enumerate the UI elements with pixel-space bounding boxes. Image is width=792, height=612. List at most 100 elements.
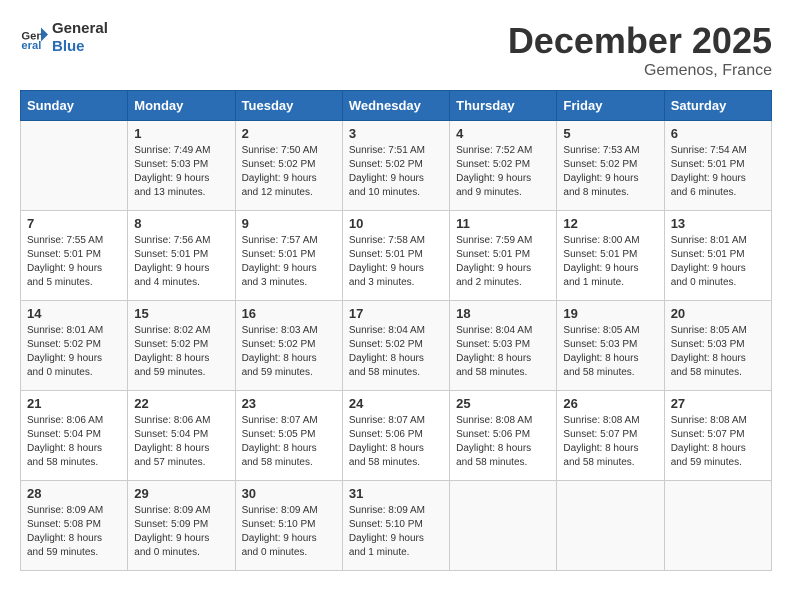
calendar-cell: 25Sunrise: 8:08 AMSunset: 5:06 PMDayligh… (450, 391, 557, 481)
header-wednesday: Wednesday (342, 91, 449, 121)
calendar-cell: 9 Sunrise: 7:57 AMSunset: 5:01 PMDaylight… (235, 211, 342, 301)
day-number: 31 (349, 486, 443, 501)
day-info: Sunrise: 8:04 AMSunset: 5:03 PMDaylight:… (456, 324, 550, 380)
calendar-cell: 19 Sunrise: 8:05 AMSunset: 5:03 PMDayligh… (557, 301, 664, 391)
calendar-cell: 7 Sunrise: 7:55 AMSunset: 5:01 PMDaylight… (21, 211, 128, 301)
day-info: Sunrise: 8:06 AMSunset: 5:04 PMDaylight:… (27, 414, 121, 470)
logo-text-blue: Blue (52, 38, 85, 55)
day-info: Sunrise: 8:05 AMSunset: 5:03 PMDaylight:… (563, 324, 657, 380)
calendar-cell: 27 Sunrise: 8:08 AMSunset: 5:07 PMDayligh… (664, 391, 771, 481)
calendar-cell: 21 Sunrise: 8:06 AMSunset: 5:04 PMDayligh… (21, 391, 128, 481)
calendar-cell: 12 Sunrise: 8:00 AMSunset: 5:01 PMDayligh… (557, 211, 664, 301)
calendar-cell: 30 Sunrise: 8:09 AMSunset: 5:10 PMDayligh… (235, 481, 342, 571)
day-info: Sunrise: 7:57 AMSunset: 5:01 PMDaylight:… (242, 234, 336, 290)
day-info: Sunrise: 7:50 AMSunset: 5:02 PMDaylight:… (242, 144, 336, 200)
header-friday: Friday (557, 91, 664, 121)
svg-text:eral: eral (21, 40, 41, 52)
day-number: 23 (242, 396, 336, 411)
day-number: 12 (563, 216, 657, 231)
calendar-cell: 24 Sunrise: 8:07 AMSunset: 5:06 PMDayligh… (342, 391, 449, 481)
day-number: 19 (563, 306, 657, 321)
day-info: Sunrise: 7:51 AMSunset: 5:02 PMDaylight:… (349, 144, 443, 200)
title-area: December 2025 Gemenos, France (508, 20, 772, 80)
day-info: Sunrise: 8:08 AMSunset: 5:07 PMDaylight:… (671, 414, 765, 470)
day-info: Sunrise: 8:04 AMSunset: 5:02 PMDaylight:… (349, 324, 443, 380)
day-number: 17 (349, 306, 443, 321)
calendar-cell (557, 481, 664, 571)
day-info: Sunrise: 7:56 AMSunset: 5:01 PMDaylight:… (134, 234, 228, 290)
calendar-cell: 8Sunrise: 7:56 AMSunset: 5:01 PMDaylight… (128, 211, 235, 301)
logo-text-general: General (52, 20, 108, 37)
day-number: 9 (242, 216, 336, 231)
calendar-cell: 10Sunrise: 7:58 AMSunset: 5:01 PMDayligh… (342, 211, 449, 301)
day-info: Sunrise: 8:08 AMSunset: 5:06 PMDaylight:… (456, 414, 550, 470)
calendar-cell: 28 Sunrise: 8:09 AMSunset: 5:08 PMDayligh… (21, 481, 128, 571)
day-info: Sunrise: 8:07 AMSunset: 5:05 PMDaylight:… (242, 414, 336, 470)
calendar-table: SundayMondayTuesdayWednesdayThursdayFrid… (20, 90, 772, 571)
calendar-cell: 26 Sunrise: 8:08 AMSunset: 5:07 PMDayligh… (557, 391, 664, 481)
calendar-cell: 17 Sunrise: 8:04 AMSunset: 5:02 PMDayligh… (342, 301, 449, 391)
calendar-cell: 11Sunrise: 7:59 AMSunset: 5:01 PMDayligh… (450, 211, 557, 301)
calendar-week-2: 7 Sunrise: 7:55 AMSunset: 5:01 PMDaylight… (21, 211, 772, 301)
day-number: 14 (27, 306, 121, 321)
day-info: Sunrise: 8:09 AMSunset: 5:10 PMDaylight:… (242, 504, 336, 560)
day-number: 3 (349, 126, 443, 141)
calendar-cell: 5 Sunrise: 7:53 AMSunset: 5:02 PMDaylight… (557, 121, 664, 211)
day-info: Sunrise: 8:03 AMSunset: 5:02 PMDaylight:… (242, 324, 336, 380)
day-number: 16 (242, 306, 336, 321)
day-number: 20 (671, 306, 765, 321)
day-info: Sunrise: 8:01 AMSunset: 5:02 PMDaylight:… (27, 324, 121, 380)
day-number: 22 (134, 396, 228, 411)
header-sunday: Sunday (21, 91, 128, 121)
location-title: Gemenos, France (508, 62, 772, 80)
header-monday: Monday (128, 91, 235, 121)
day-number: 26 (563, 396, 657, 411)
calendar-cell: 29Sunrise: 8:09 AMSunset: 5:09 PMDayligh… (128, 481, 235, 571)
calendar-week-3: 14 Sunrise: 8:01 AMSunset: 5:02 PMDayligh… (21, 301, 772, 391)
day-number: 15 (134, 306, 228, 321)
day-number: 4 (456, 126, 550, 141)
day-number: 18 (456, 306, 550, 321)
calendar-cell: 22 Sunrise: 8:06 AMSunset: 5:04 PMDayligh… (128, 391, 235, 481)
day-info: Sunrise: 7:58 AMSunset: 5:01 PMDaylight:… (349, 234, 443, 290)
day-info: Sunrise: 8:08 AMSunset: 5:07 PMDaylight:… (563, 414, 657, 470)
day-number: 28 (27, 486, 121, 501)
calendar-week-5: 28 Sunrise: 8:09 AMSunset: 5:08 PMDayligh… (21, 481, 772, 571)
day-info: Sunrise: 8:00 AMSunset: 5:01 PMDaylight:… (563, 234, 657, 290)
day-number: 29 (134, 486, 228, 501)
calendar-header-row: SundayMondayTuesdayWednesdayThursdayFrid… (21, 91, 772, 121)
day-number: 7 (27, 216, 121, 231)
day-info: Sunrise: 7:49 AMSunset: 5:03 PMDaylight:… (134, 144, 228, 200)
calendar-cell: 2 Sunrise: 7:50 AMSunset: 5:02 PMDaylight… (235, 121, 342, 211)
day-number: 30 (242, 486, 336, 501)
calendar-cell: 18 Sunrise: 8:04 AMSunset: 5:03 PMDayligh… (450, 301, 557, 391)
calendar-cell: 4Sunrise: 7:52 AMSunset: 5:02 PMDaylight… (450, 121, 557, 211)
day-number: 6 (671, 126, 765, 141)
day-number: 1 (134, 126, 228, 141)
day-info: Sunrise: 8:06 AMSunset: 5:04 PMDaylight:… (134, 414, 228, 470)
day-info: Sunrise: 8:07 AMSunset: 5:06 PMDaylight:… (349, 414, 443, 470)
day-info: Sunrise: 8:09 AMSunset: 5:08 PMDaylight:… (27, 504, 121, 560)
calendar-cell (21, 121, 128, 211)
day-info: Sunrise: 8:09 AMSunset: 5:10 PMDaylight:… (349, 504, 443, 560)
logo: Gen eral General Blue (20, 20, 108, 56)
day-number: 24 (349, 396, 443, 411)
calendar-cell: 13Sunrise: 8:01 AMSunset: 5:01 PMDayligh… (664, 211, 771, 301)
calendar-week-1: 1 Sunrise: 7:49 AMSunset: 5:03 PMDaylight… (21, 121, 772, 211)
month-title: December 2025 (508, 20, 772, 62)
day-number: 21 (27, 396, 121, 411)
day-info: Sunrise: 8:05 AMSunset: 5:03 PMDaylight:… (671, 324, 765, 380)
calendar-cell: 23 Sunrise: 8:07 AMSunset: 5:05 PMDayligh… (235, 391, 342, 481)
calendar-cell: 6Sunrise: 7:54 AMSunset: 5:01 PMDaylight… (664, 121, 771, 211)
calendar-cell (450, 481, 557, 571)
calendar-cell: 31 Sunrise: 8:09 AMSunset: 5:10 PMDayligh… (342, 481, 449, 571)
day-number: 13 (671, 216, 765, 231)
day-info: Sunrise: 7:59 AMSunset: 5:01 PMDaylight:… (456, 234, 550, 290)
day-number: 27 (671, 396, 765, 411)
day-info: Sunrise: 7:55 AMSunset: 5:01 PMDaylight:… (27, 234, 121, 290)
day-number: 5 (563, 126, 657, 141)
day-info: Sunrise: 7:53 AMSunset: 5:02 PMDaylight:… (563, 144, 657, 200)
day-number: 2 (242, 126, 336, 141)
page-header: Gen eral General Blue December 2025 Geme… (20, 20, 772, 80)
day-info: Sunrise: 8:02 AMSunset: 5:02 PMDaylight:… (134, 324, 228, 380)
